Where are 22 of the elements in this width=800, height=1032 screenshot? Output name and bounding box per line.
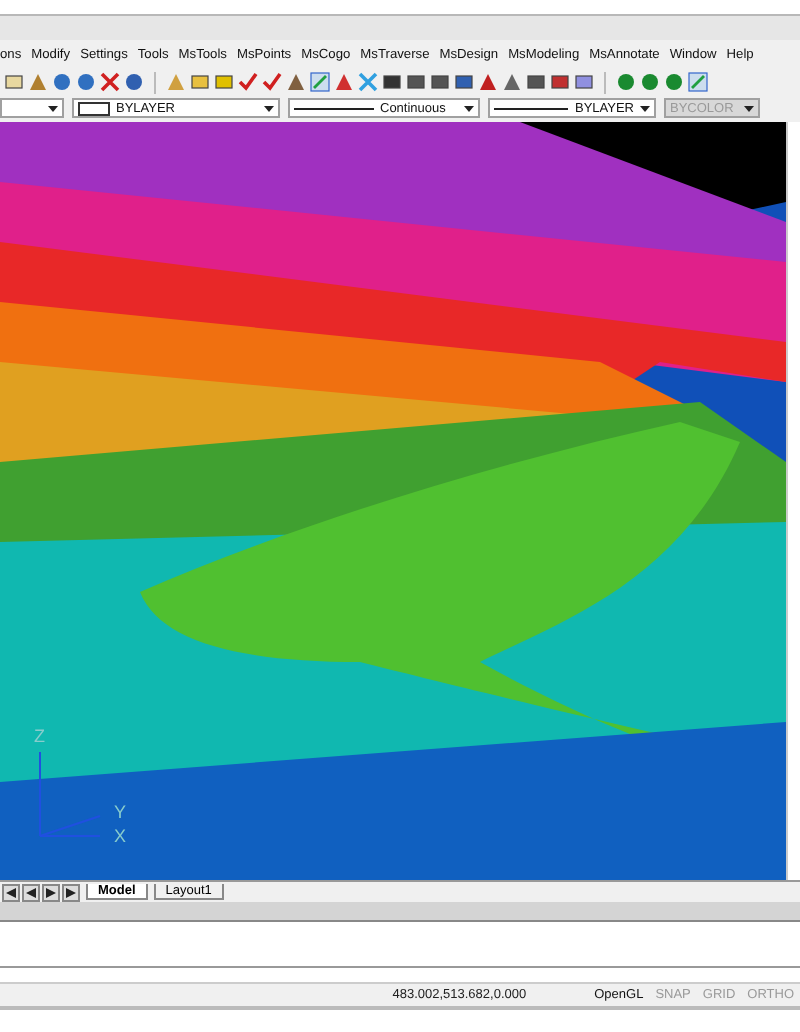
tab-scroll-button[interactable] [22,883,40,901]
caret-icon [640,105,650,111]
y-axis-label: Y [114,802,127,822]
x-mark-icon[interactable] [100,72,120,92]
ucs-axes-icon [39,751,101,837]
x-axis-label: X [114,826,127,846]
square-icon[interactable] [430,72,450,92]
tab-scroll-button[interactable] [42,883,60,901]
box-icon[interactable] [214,72,234,92]
z-axis-label: Z [34,726,45,746]
square-icon[interactable] [406,72,426,92]
caret-icon [48,105,58,111]
page-icon[interactable] [4,72,24,92]
line-icon[interactable] [310,72,330,92]
tab-scroll-button[interactable] [62,883,80,901]
line-icon[interactable] [688,72,708,92]
caret-icon [744,105,754,111]
tab-scroll-button[interactable] [2,883,20,901]
caret-icon [264,105,274,111]
layer-dropdown[interactable] [0,98,64,118]
caret-icon [464,105,474,111]
square-icon[interactable] [574,72,594,92]
